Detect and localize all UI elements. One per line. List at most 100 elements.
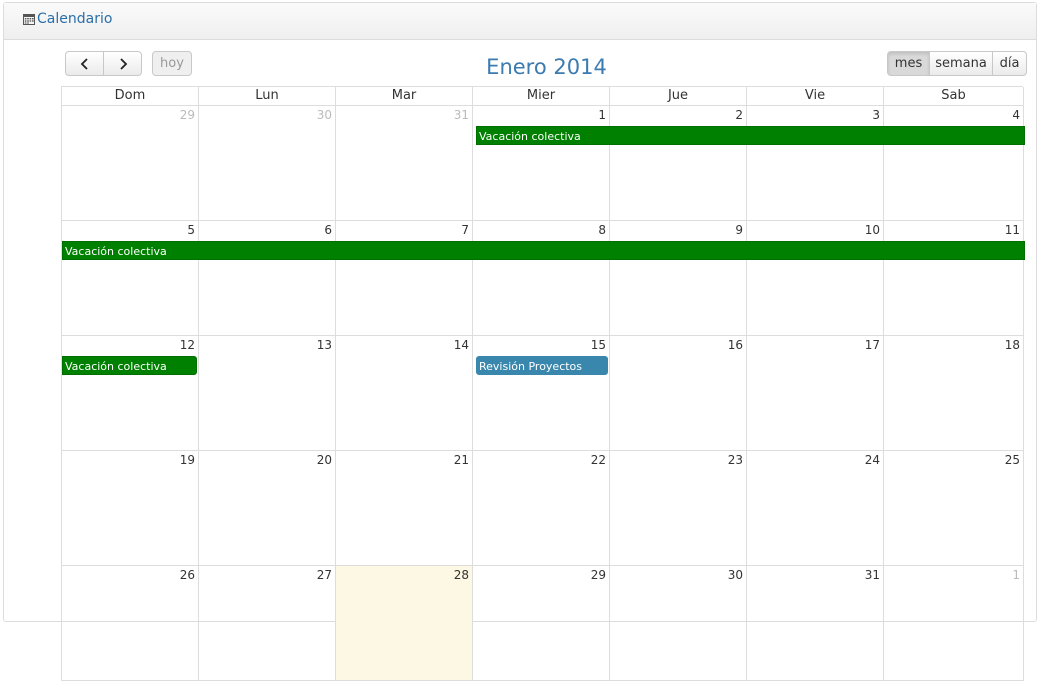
day-cell-today[interactable]: 28: [336, 566, 473, 681]
day-number: 11: [1004, 223, 1020, 237]
day-number: 3: [872, 108, 880, 122]
day-cell[interactable]: 21: [336, 451, 473, 566]
day-number: 13: [316, 338, 332, 352]
weekday-mon: Lun: [199, 87, 336, 106]
day-cell[interactable]: 23: [610, 451, 747, 566]
day-number: 8: [598, 223, 606, 237]
prev-month-button[interactable]: [65, 51, 104, 76]
day-cell[interactable]: 1: [884, 566, 1024, 681]
calendar-icon: [23, 13, 35, 25]
day-number: 4: [1012, 108, 1020, 122]
next-month-button[interactable]: [103, 51, 142, 76]
day-number: 30: [727, 568, 743, 582]
day-number: 26: [179, 568, 195, 582]
day-number: 15: [590, 338, 606, 352]
day-number: 24: [864, 453, 880, 467]
day-cell[interactable]: 8: [473, 221, 610, 336]
day-number: 5: [187, 223, 195, 237]
day-number: 14: [453, 338, 469, 352]
day-number: 6: [324, 223, 332, 237]
panel-title: Calendario: [23, 11, 112, 27]
day-number: 31: [453, 108, 469, 122]
day-number: 21: [453, 453, 469, 467]
day-cell[interactable]: 3: [747, 106, 884, 221]
day-cell[interactable]: 18: [884, 336, 1024, 451]
view-month-button[interactable]: mes: [887, 51, 930, 76]
day-number: 28: [453, 568, 469, 582]
day-number: 9: [735, 223, 743, 237]
day-cell[interactable]: 15: [473, 336, 610, 451]
weekday-fri: Vie: [747, 87, 884, 106]
panel-heading: Calendario: [4, 3, 1036, 40]
calendar-title: Enero 2014: [486, 55, 607, 79]
today-button[interactable]: hoy: [152, 51, 192, 76]
event-vacacion-colectiva[interactable]: Vacación colectiva: [476, 126, 1025, 145]
day-number: 2: [735, 108, 743, 122]
day-cell[interactable]: 22: [473, 451, 610, 566]
day-cell[interactable]: 29: [473, 566, 610, 681]
weekday-tue: Mar: [336, 87, 473, 106]
day-number: 29: [179, 108, 195, 122]
day-cell[interactable]: 31: [747, 566, 884, 681]
day-number: 23: [727, 453, 743, 467]
day-number: 27: [316, 568, 332, 582]
day-cell[interactable]: 11: [884, 221, 1024, 336]
weekday-sun: Dom: [62, 87, 199, 106]
day-cell[interactable]: 16: [610, 336, 747, 451]
day-number: 7: [461, 223, 469, 237]
day-number: 22: [590, 453, 606, 467]
day-number: 20: [316, 453, 332, 467]
day-cell[interactable]: 12: [62, 336, 199, 451]
panel-title-text[interactable]: Calendario: [37, 11, 112, 27]
day-cell[interactable]: 29: [62, 106, 199, 221]
day-number: 1: [598, 108, 606, 122]
day-cell[interactable]: 26: [62, 566, 199, 681]
day-cell[interactable]: 19: [62, 451, 199, 566]
day-cell[interactable]: 9: [610, 221, 747, 336]
day-cell[interactable]: 30: [199, 106, 336, 221]
day-cell[interactable]: 24: [747, 451, 884, 566]
day-number: 25: [1004, 453, 1020, 467]
weekday-header: Dom Lun Mar Mier Jue Vie Sab: [61, 86, 1024, 106]
event-vacacion-colectiva[interactable]: Vacación colectiva: [62, 241, 1025, 260]
day-cell[interactable]: 7: [336, 221, 473, 336]
day-number: 12: [179, 338, 195, 352]
day-cell[interactable]: 30: [610, 566, 747, 681]
month-grid: Dom Lun Mar Mier Jue Vie Sab 29 30 31 1 …: [61, 86, 1025, 681]
day-cell[interactable]: 2: [610, 106, 747, 221]
day-number: 19: [179, 453, 195, 467]
day-cell[interactable]: 4: [884, 106, 1024, 221]
day-cell[interactable]: 10: [747, 221, 884, 336]
view-week-button[interactable]: semana: [929, 51, 993, 76]
weekday-thu: Jue: [610, 87, 747, 106]
week-row-2: 5 6 7 8 9 10 11 Vacación colectiva: [61, 221, 1025, 336]
view-day-button[interactable]: día: [992, 51, 1027, 76]
day-cell[interactable]: 6: [199, 221, 336, 336]
event-revision-proyectos[interactable]: Revisión Proyectos: [476, 356, 608, 375]
day-number: 16: [727, 338, 743, 352]
day-cell[interactable]: 27: [199, 566, 336, 681]
week-row-1: 29 30 31 1 2 3 4 Vacación colectiva: [61, 106, 1025, 221]
day-number: 30: [316, 108, 332, 122]
day-cell[interactable]: 5: [62, 221, 199, 336]
day-number: 29: [590, 568, 606, 582]
day-cell[interactable]: 20: [199, 451, 336, 566]
day-number: 31: [864, 568, 880, 582]
day-number: 1: [1012, 568, 1020, 582]
day-cell[interactable]: 1: [473, 106, 610, 221]
day-cell[interactable]: 31: [336, 106, 473, 221]
week-row-5: 26 27 28 29 30 31 1: [61, 566, 1024, 681]
day-cell[interactable]: 13: [199, 336, 336, 451]
day-number: 18: [1004, 338, 1020, 352]
day-number: 10: [864, 223, 880, 237]
day-cell[interactable]: 17: [747, 336, 884, 451]
event-vacacion-colectiva[interactable]: Vacación colectiva: [62, 356, 197, 375]
day-cell[interactable]: 14: [336, 336, 473, 451]
week-row-3: 12 13 14 15 16 17 18 Vacación colectiva …: [61, 336, 1024, 451]
day-number: 17: [864, 338, 880, 352]
calendar-toolbar: hoy Enero 2014 mes semana día: [4, 41, 1038, 91]
chevron-right-icon: [119, 57, 127, 70]
day-cell[interactable]: 25: [884, 451, 1024, 566]
chevron-left-icon: [80, 57, 88, 70]
weekday-wed: Mier: [473, 87, 610, 106]
